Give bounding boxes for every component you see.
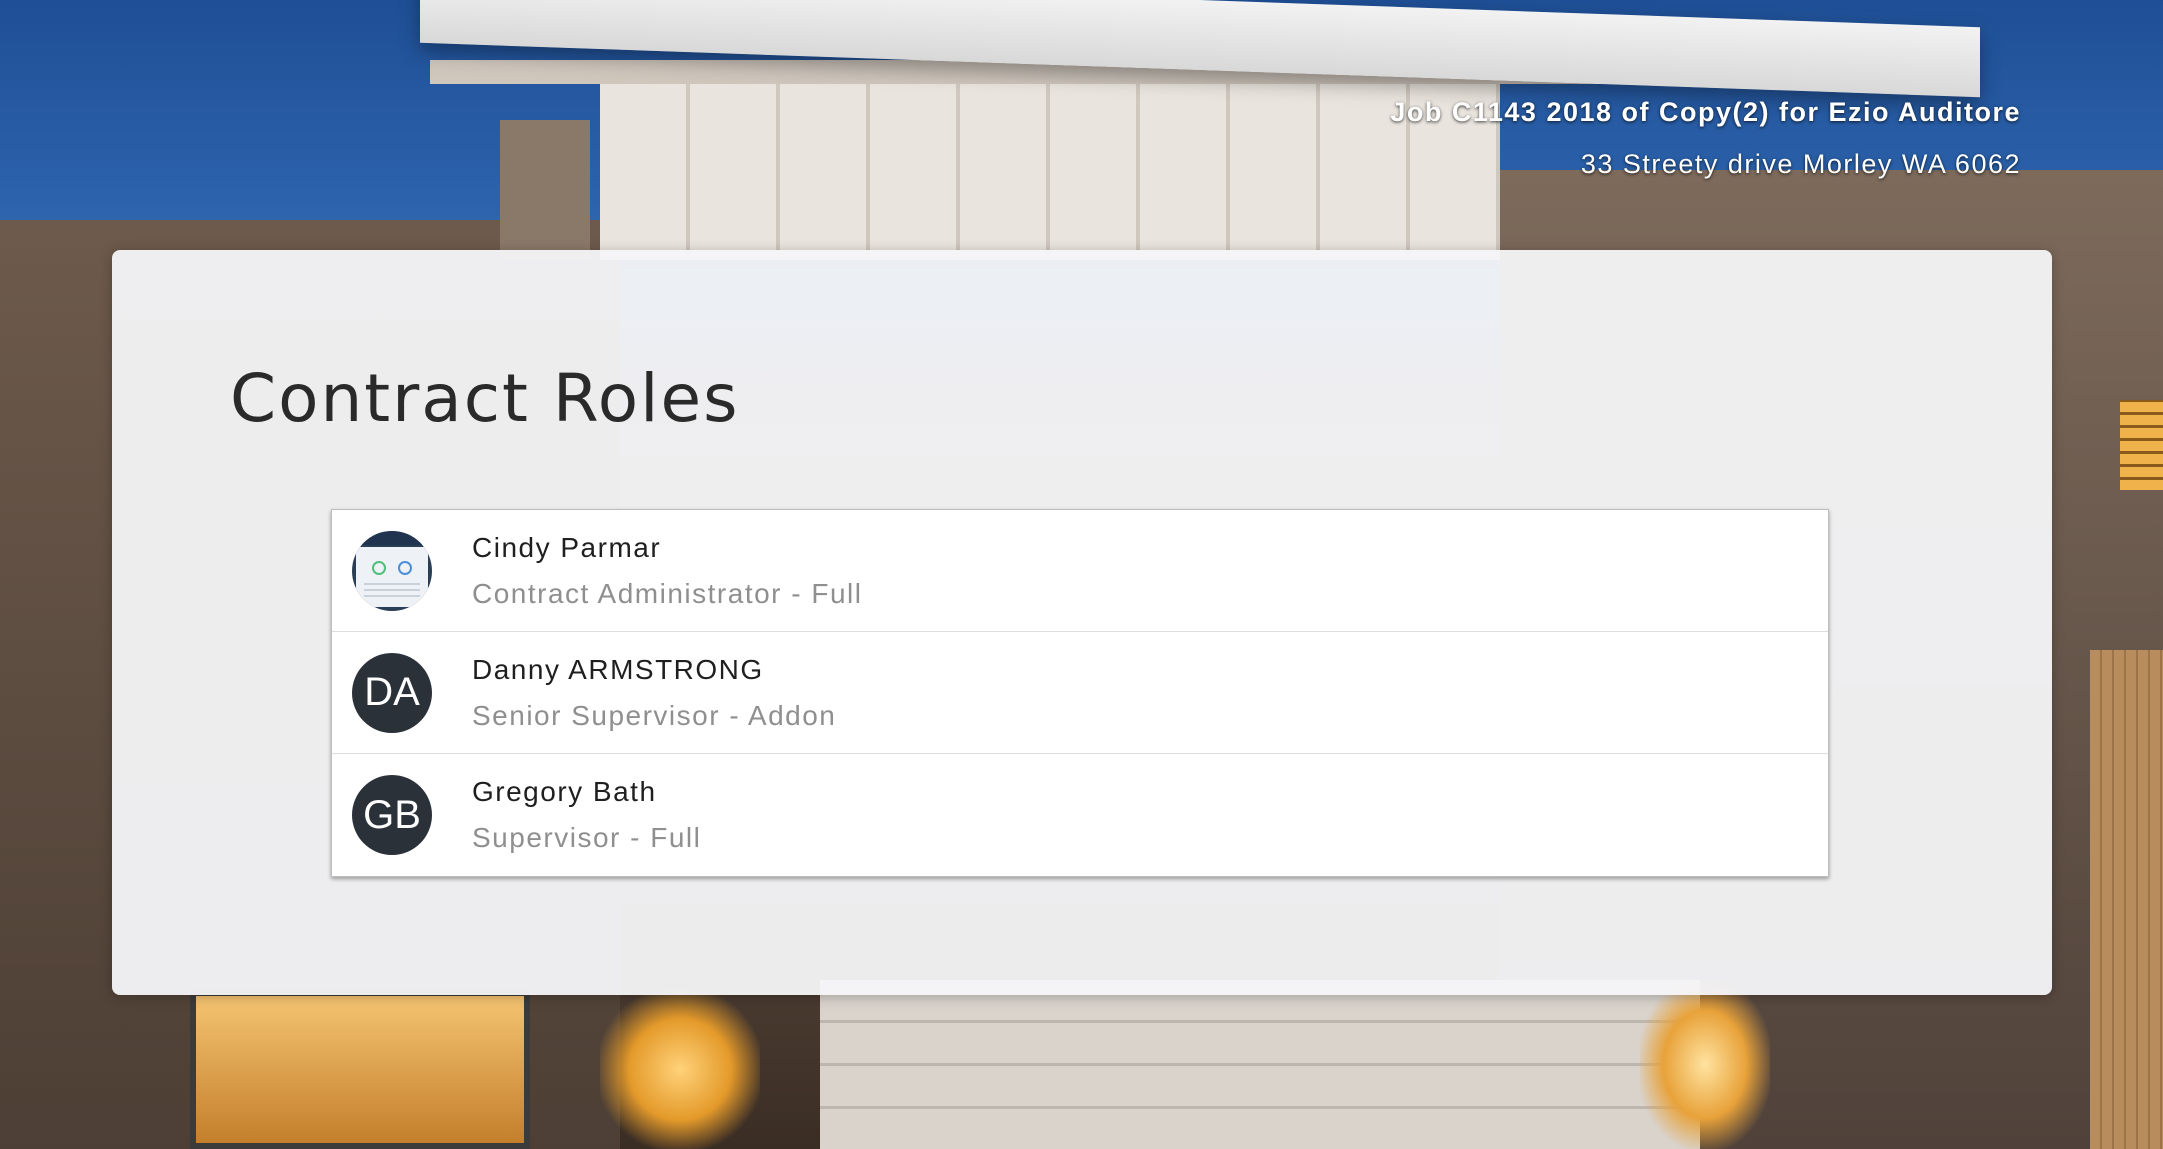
background-photo-light-left (600, 990, 760, 1149)
role-person-name: Gregory Bath (472, 776, 657, 807)
role-description: Senior Supervisor - Addon (472, 699, 837, 731)
job-title: Job C1143 2018 of Copy(2) for Ezio Audit… (1390, 97, 2021, 127)
app-screen: Job C1143 2018 of Copy(2) for Ezio Audit… (0, 0, 2163, 1149)
page-title: Contract Roles (230, 360, 740, 437)
job-address: 33 Streety drive Morley WA 6062 (1580, 149, 2021, 179)
background-photo-garage (820, 980, 1700, 1149)
role-text: Cindy Parmar Contract Administrator - Fu… (472, 530, 863, 612)
background-photo-light-right (1640, 980, 1770, 1149)
avatar-photo (352, 530, 432, 611)
background-photo-window-left (190, 990, 530, 1149)
contract-roles-list: Cindy Parmar Contract Administrator - Fu… (331, 509, 1829, 877)
background-photo-chimney (500, 120, 590, 260)
avatar-thumb-gauge-icon (398, 560, 412, 575)
role-item-danny-armstrong[interactable]: DA Danny ARMSTRONG Senior Supervisor - A… (332, 632, 1828, 754)
avatar-thumb-lines (364, 582, 420, 601)
role-person-name: Danny ARMSTRONG (472, 653, 764, 685)
role-description: Contract Administrator - Full (472, 577, 863, 609)
role-person-name: Cindy Parmar (472, 531, 662, 563)
role-item-gregory-bath[interactable]: GB Gregory Bath Supervisor - Full (332, 754, 1828, 876)
contract-roles-panel: Contract Roles Cindy Parmar Contract Adm… (112, 250, 2052, 995)
role-description: Supervisor - Full (472, 822, 702, 853)
role-text: Gregory Bath Supervisor - Full (472, 774, 701, 856)
avatar-initials: GB (352, 775, 432, 855)
background-photo-cladding (600, 70, 1500, 260)
role-item-cindy-parmar[interactable]: Cindy Parmar Contract Administrator - Fu… (332, 510, 1828, 632)
job-header: Job C1143 2018 of Copy(2) for Ezio Audit… (1390, 92, 2021, 184)
avatar-initials: DA (352, 652, 432, 733)
background-photo-door (2090, 650, 2163, 1149)
avatar-thumb-header (352, 530, 432, 545)
background-photo-window-right (2120, 400, 2163, 490)
avatar-thumb-gauge-icon (372, 560, 386, 575)
role-text: Danny ARMSTRONG Senior Supervisor - Addo… (472, 652, 836, 734)
